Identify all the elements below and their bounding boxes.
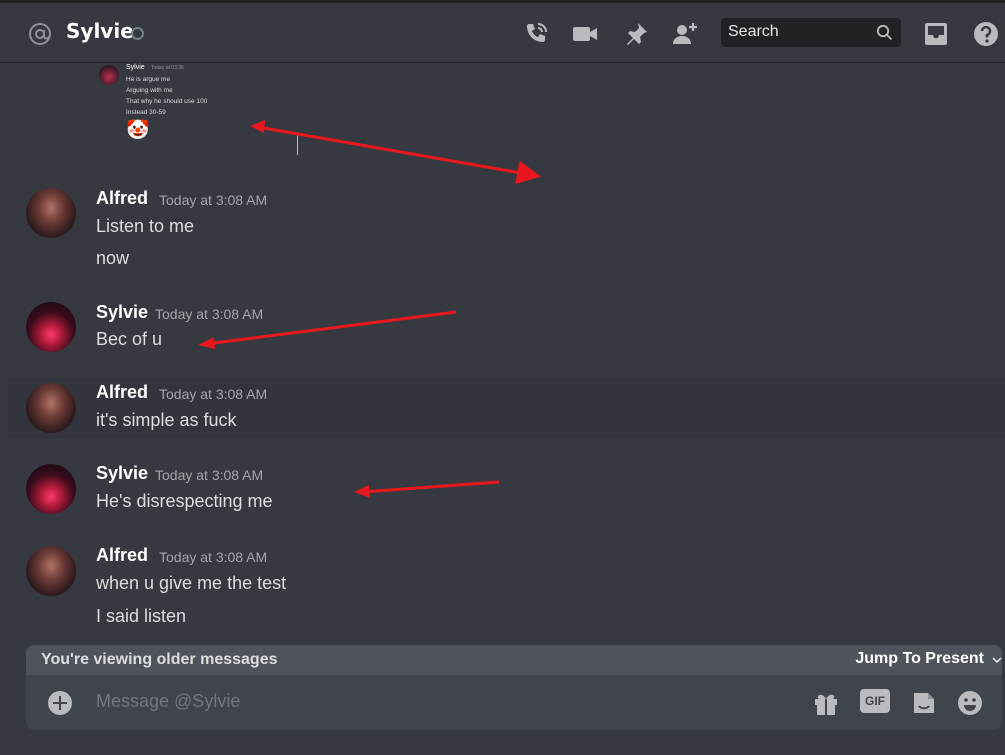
message-list[interactable]: Sylvie Today at 03:36 He is argue me Arg…	[0, 63, 1005, 645]
channel-title: Sylvie	[66, 19, 134, 43]
message-text: Bec of u	[96, 329, 163, 349]
older-messages-notice: You're viewing older messages	[41, 651, 278, 668]
message-group: Sylvie Today at 3:08 AM Bec of u	[0, 298, 1005, 358]
search-input[interactable]: Search	[721, 18, 901, 47]
channel-header: Sylvie Search	[0, 3, 1005, 63]
older-messages-bar: You're viewing older messages Jump To Pr…	[26, 645, 1002, 675]
message-timestamp: Today at 03:36	[151, 65, 184, 71]
message-author[interactable]: Alfred	[96, 545, 148, 566]
message-timestamp: Today at 3:08 AM	[159, 386, 268, 402]
avatar[interactable]	[26, 546, 76, 596]
message-timestamp: Today at 3:08 AM	[155, 306, 264, 322]
message-group: Alfred Today at 3:08 AM when u give me t…	[0, 543, 1005, 643]
voice-call-icon[interactable]	[522, 20, 550, 48]
message-text: Listen to me	[96, 216, 195, 236]
avatar[interactable]	[26, 383, 76, 433]
message-author[interactable]: Alfred	[96, 188, 148, 209]
message-group: Alfred Today at 3:08 AM it's simple as f…	[0, 380, 1005, 440]
video-call-icon[interactable]	[571, 20, 599, 48]
at-icon	[29, 23, 51, 45]
message-line: He is argue me	[126, 76, 171, 83]
message-timestamp: Today at 3:08 AM	[155, 467, 264, 483]
search-icon	[876, 24, 893, 41]
message-text: I said listen	[96, 606, 187, 626]
avatar[interactable]	[26, 188, 76, 238]
avatar[interactable]	[26, 302, 76, 352]
jump-to-present-label: Jump To Present	[855, 650, 984, 667]
message-text: He's disrespecting me	[96, 491, 273, 511]
embedded-screenshot[interactable]: Sylvie Today at 03:36 He is argue me Arg…	[96, 63, 266, 143]
emoji-icon[interactable]	[956, 689, 984, 717]
message-author[interactable]: Sylvie	[96, 463, 148, 484]
message-author[interactable]: Alfred	[96, 382, 148, 403]
text-cursor	[297, 133, 298, 155]
message-composer: Message @Sylvie GIF	[26, 675, 1002, 730]
jump-to-present-button[interactable]: Jump To Present	[855, 650, 1002, 668]
message-text: it's simple as fuck	[96, 410, 237, 430]
offline-status-icon	[131, 27, 144, 40]
chevron-down-icon	[992, 657, 1002, 664]
message-text: when u give me the test	[96, 573, 287, 593]
gift-icon[interactable]	[812, 689, 840, 717]
pin-icon[interactable]	[622, 20, 650, 48]
avatar	[99, 65, 119, 85]
message-timestamp: Today at 3:08 AM	[159, 192, 268, 208]
add-friend-icon[interactable]	[671, 20, 699, 48]
message-timestamp: Today at 3:08 AM	[159, 549, 268, 565]
search-placeholder: Search	[728, 23, 779, 40]
clown-emoji: 🤡	[126, 119, 150, 141]
message-line: Instead 30-59	[126, 109, 166, 116]
gif-button[interactable]: GIF	[860, 689, 890, 713]
message-text: now	[96, 248, 130, 268]
message-input[interactable]: Message @Sylvie	[96, 691, 240, 712]
message-line: That why he should use 100	[126, 98, 208, 105]
message-author[interactable]: Sylvie	[96, 302, 148, 323]
inbox-icon[interactable]	[922, 20, 950, 48]
avatar[interactable]	[26, 464, 76, 514]
message-group: Alfred Today at 3:08 AM Listen to me now	[0, 183, 1005, 273]
message-group: Sylvie Today at 3:08 AM He's disrespecti…	[0, 461, 1005, 521]
help-icon[interactable]	[972, 20, 1000, 48]
sticker-icon[interactable]	[910, 689, 938, 717]
message-author: Sylvie	[126, 64, 145, 71]
add-attachment-icon[interactable]	[48, 691, 72, 715]
message-line: Arguing with me	[126, 87, 173, 94]
